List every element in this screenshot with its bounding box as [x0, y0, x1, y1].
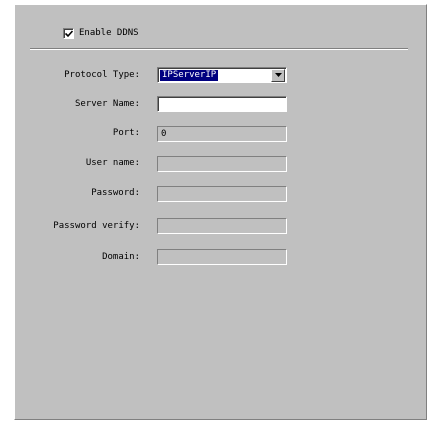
server-name-label: Server Name: [74, 99, 140, 109]
password-verify-label: Password verify: [53, 221, 140, 231]
protocol-type-select[interactable]: IPServerIP [157, 67, 287, 83]
check-icon [65, 29, 73, 37]
protocol-type-label: Protocol Type: [64, 70, 140, 80]
enable-ddns-row[interactable]: Enable DDNS [63, 26, 139, 40]
password-label: Password: [91, 188, 140, 198]
protocol-type-dropdown-button[interactable] [271, 69, 285, 82]
group-separator [30, 48, 408, 50]
password-input[interactable] [157, 186, 287, 202]
port-label: Port: [112, 128, 140, 138]
chevron-down-icon [275, 73, 282, 77]
domain-input[interactable] [157, 249, 287, 265]
server-name-input[interactable] [157, 96, 287, 112]
port-input[interactable]: 0 [157, 126, 287, 142]
user-name-input[interactable] [157, 156, 287, 172]
user-name-label: User name: [85, 158, 140, 168]
password-verify-input[interactable] [157, 218, 287, 234]
domain-label: Domain: [102, 252, 140, 262]
protocol-type-value: IPServerIP [160, 70, 219, 81]
enable-ddns-label: Enable DDNS [79, 28, 139, 38]
enable-ddns-checkbox[interactable] [63, 27, 74, 39]
